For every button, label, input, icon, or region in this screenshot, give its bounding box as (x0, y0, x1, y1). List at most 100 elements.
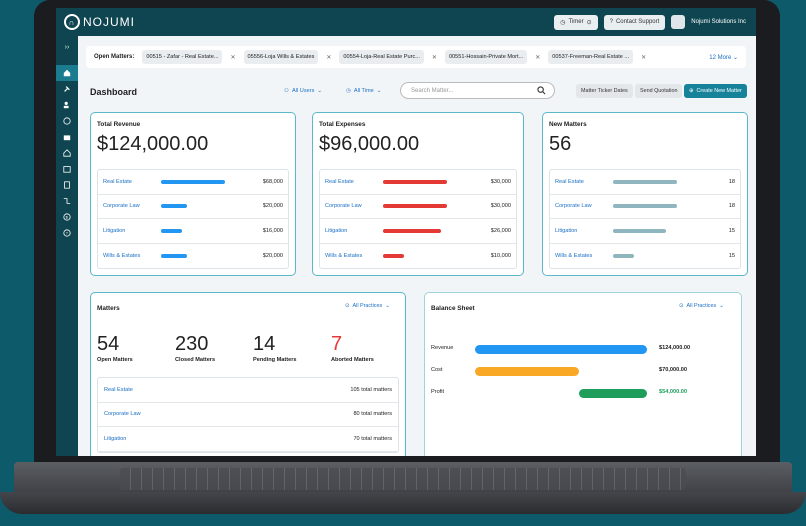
open-matter-chip[interactable]: 00537-Freeman-Real Estate ... (548, 50, 634, 64)
time-filter-label: All Time (353, 88, 374, 94)
breakdown-value: $20,000 (262, 203, 283, 210)
time-filter[interactable]: ◷ All Time ⌄ (346, 88, 381, 94)
breakdown-row[interactable]: Corporate Law $20,000 (98, 195, 288, 219)
open-matter-chip[interactable]: 00551-Hossain-Private Mort... (444, 50, 528, 64)
workflow-icon[interactable] (56, 193, 78, 209)
more-matters-dropdown[interactable]: 12 More ⌄ (709, 54, 738, 61)
breakdown-bar (613, 204, 677, 209)
breakdown-row[interactable]: Real Estate $30,000 (320, 170, 516, 195)
breakdown-row[interactable]: Corporate Law 18 (550, 195, 740, 219)
quotation-label: Send Quotation (640, 88, 678, 94)
breakdown-row[interactable]: Wills & Estates 15 (550, 244, 740, 269)
practice-link[interactable]: Wills & Estates (555, 253, 613, 259)
practices-filter[interactable]: ⊙ All Practices ⌄ (345, 303, 390, 309)
search-input[interactable]: Search Matter... (400, 82, 555, 99)
org-name[interactable]: Nojumi Solutions Inc (691, 19, 746, 25)
breakdown-value: $30,000 (490, 178, 511, 185)
org-avatar[interactable] (671, 15, 686, 29)
close-icon[interactable]: ✕ (535, 54, 540, 61)
close-icon[interactable]: ✕ (641, 54, 646, 61)
closed-matters-stat: 230 Closed Matters (175, 333, 215, 363)
breakdown-row[interactable]: Real Estate 18 (550, 170, 740, 195)
matter-count: 105 total matters (350, 386, 392, 393)
stat-number: 14 (253, 333, 276, 355)
card-title: Total Revenue (97, 121, 141, 128)
calendar-icon[interactable] (56, 161, 78, 177)
practice-link[interactable]: Real Estate (103, 179, 161, 185)
send-quotation-button[interactable]: Send Quotation (635, 84, 683, 98)
plus-circle-icon: ⊕ (689, 88, 694, 94)
card-title: Balance Sheet (431, 305, 475, 312)
practice-link[interactable]: Litigation (103, 228, 161, 234)
practice-link[interactable]: Corporate Law (104, 411, 141, 417)
new-matters-total: 56 (549, 133, 572, 155)
document-icon[interactable] (56, 177, 78, 193)
stat-label: Closed Matters (175, 357, 216, 363)
open-matter-chip[interactable]: 00515 - Zafar - Real Estate... (142, 50, 223, 64)
practice-link[interactable]: Corporate Law (103, 203, 161, 209)
breakdown-value: $26,000 (490, 227, 511, 234)
briefcase-icon[interactable] (56, 129, 78, 145)
practice-link[interactable]: Litigation (325, 228, 383, 234)
search-icon[interactable] (537, 86, 546, 97)
breakdown-row[interactable]: Wills & Estates $10,000 (320, 244, 516, 269)
profit-bar (579, 389, 647, 398)
close-icon[interactable]: ✕ (432, 54, 437, 61)
breakdown-bar (613, 253, 634, 258)
close-icon[interactable]: ✕ (230, 54, 235, 61)
list-item[interactable]: Litigation 70 total matters (98, 427, 398, 452)
matter-ticker-dates-button[interactable]: Matter Ticker Dates (576, 84, 633, 98)
filter-icon: ⊙ (345, 303, 350, 309)
balance-sheet-card: Balance Sheet ⊙ All Practices ⌄ Revenue … (424, 292, 742, 456)
help-icon[interactable]: ? (56, 225, 78, 241)
create-new-matter-button[interactable]: ⊕ Create New Matter (684, 84, 747, 98)
billing-icon[interactable]: $ (56, 209, 78, 225)
breakdown-bar (383, 204, 447, 209)
practice-link[interactable]: Real Estate (555, 179, 613, 185)
practice-link[interactable]: Real Estate (104, 387, 133, 393)
users-icon[interactable] (56, 97, 78, 113)
practice-link[interactable]: Wills & Estates (103, 253, 161, 259)
search-placeholder: Search Matter... (411, 87, 454, 94)
top-bar: ∩ NOJUMI ◷ Timer ⊙ ? Contact Support Noj… (56, 8, 756, 36)
users-filter[interactable]: ⚇ All Users ⌄ (284, 88, 322, 94)
sidebar: ›› $ ? (56, 36, 78, 456)
stat-number: 230 (175, 333, 209, 355)
gavel-icon[interactable] (56, 81, 78, 97)
breakdown-value: $30,000 (490, 203, 511, 210)
balance-label: Profit (431, 389, 445, 395)
balance-value: $54,000.00 (659, 389, 687, 395)
practice-link[interactable]: Corporate Law (325, 203, 383, 209)
list-item[interactable]: Real Estate 105 total matters (98, 378, 398, 403)
building-icon[interactable] (56, 145, 78, 161)
timer-button[interactable]: ◷ Timer ⊙ (554, 14, 598, 30)
close-icon[interactable]: ✕ (326, 54, 331, 61)
practice-link[interactable]: Litigation (555, 228, 613, 234)
breakdown-row[interactable]: Litigation $26,000 (320, 219, 516, 244)
breakdown-row[interactable]: Real Estate $68,000 (98, 170, 288, 195)
open-matters-label: Open Matters: (94, 54, 135, 60)
breakdown-row[interactable]: Wills & Estates $20,000 (98, 244, 288, 269)
open-matter-chip[interactable]: 05556-Loja Wills & Estates (243, 50, 319, 64)
contact-support-button[interactable]: ? Contact Support (603, 14, 666, 30)
collapse-sidebar-icon[interactable]: ›› (56, 44, 78, 51)
list-item[interactable]: Corporate Law 80 total matters (98, 403, 398, 427)
practices-filter-label: All Practices (352, 303, 383, 309)
breakdown-row[interactable]: Corporate Law $30,000 (320, 195, 516, 219)
breakdown-bar (613, 228, 666, 233)
practices-filter[interactable]: ⊙ All Practices ⌄ (679, 303, 724, 309)
practice-link[interactable]: Litigation (104, 436, 126, 442)
app-logo[interactable]: ∩ NOJUMI (64, 14, 135, 30)
card-title: Matters (97, 305, 120, 312)
practice-link[interactable]: Corporate Law (555, 203, 613, 209)
open-matter-chip[interactable]: 00554-Loja-Real Estate Purc... (339, 50, 424, 64)
breakdown-row[interactable]: Litigation 15 (550, 219, 740, 244)
contact-icon[interactable] (56, 113, 78, 129)
practice-link[interactable]: Real Estate (325, 179, 383, 185)
practice-link[interactable]: Wills & Estates (325, 253, 383, 259)
home-icon[interactable] (56, 65, 78, 81)
breakdown-value: 15 (728, 252, 735, 259)
keyboard (120, 468, 686, 490)
breakdown-row[interactable]: Litigation $16,000 (98, 219, 288, 244)
matters-list: Real Estate 105 total matters Corporate … (97, 377, 399, 453)
